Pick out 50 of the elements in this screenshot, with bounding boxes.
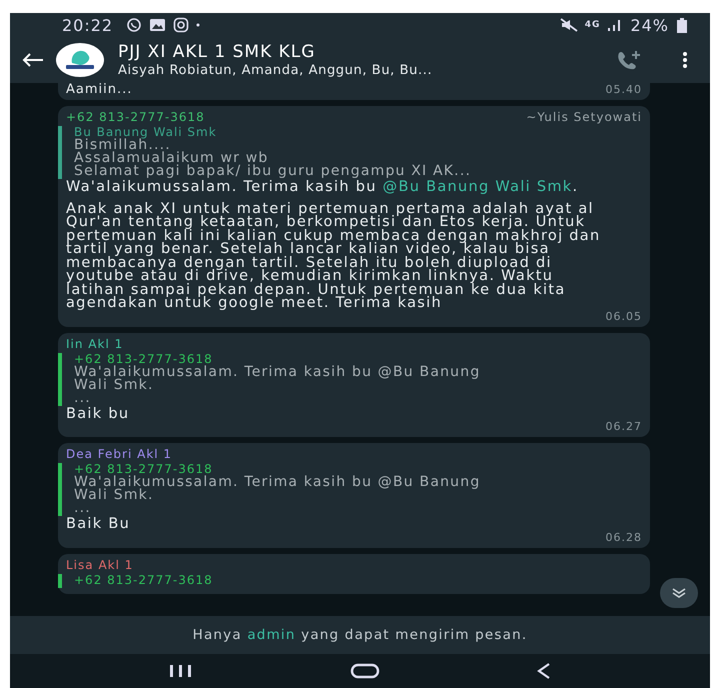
- back-icon[interactable]: [536, 662, 552, 680]
- sender-name: ~Yulis Setyowati: [526, 110, 642, 125]
- quote-text: Assalamualaikum wr wb: [74, 152, 268, 165]
- message-text: Baik Bu: [66, 518, 132, 532]
- sender-name: Lisa Akl 1: [66, 558, 134, 572]
- dot-icon: [196, 23, 200, 27]
- quote-author: +62 813-2777-3618: [74, 574, 214, 586]
- quote-text: Wa'alaikumussalam. Terima kasih bu @Bu Banung Wali Smk.: [74, 476, 482, 502]
- quoted-message[interactable]: +62 813-2777-3618 Wa'alaikumussalam. Terima kasih bu @Bu Banung Wali Smk. ...: [58, 463, 642, 516]
- mute-icon: [560, 18, 578, 32]
- group-avatar[interactable]: [56, 43, 104, 77]
- quote-author: Bu Banung Wali Smk: [74, 126, 218, 139]
- back-arrow-icon[interactable]: [22, 52, 44, 68]
- quote-author: +62 813-2777-3618: [74, 352, 213, 366]
- mention-link[interactable]: @Bu Banung Wali Smk: [382, 179, 573, 195]
- sender-name: +62 813-2777-3618: [66, 110, 205, 125]
- sender-name: Iin Akl 1: [66, 336, 124, 352]
- more-options-icon[interactable]: [682, 51, 688, 69]
- quoted-message[interactable]: +62 813-2777-3618: [58, 574, 642, 588]
- scroll-down-button[interactable]: [660, 578, 698, 608]
- battery-icon: [676, 18, 688, 32]
- quote-text: Bismillah....: [74, 139, 171, 152]
- quote-text: ...: [74, 502, 92, 515]
- quoted-message[interactable]: +62 813-2777-3618 Wa'alaikumussalam. Terima kasih bu @Bu Banung Wali Smk. ...: [58, 352, 642, 406]
- battery-percent: 24%: [630, 16, 669, 34]
- quote-text: Selamat pagi bapak/ ibu guru pengampu XI AK...: [74, 165, 472, 178]
- chat-bubble-icon: [126, 17, 142, 33]
- message-time: 06.28: [606, 532, 642, 544]
- message-time: 06.05: [606, 310, 642, 322]
- camera-icon: [173, 17, 190, 33]
- group-members[interactable]: Aisyah Robiatun, Amanda, Anggun, Bu, Bu...: [118, 62, 578, 78]
- group-title[interactable]: PJJ XI AKL 1 SMK KLG: [118, 42, 578, 62]
- quote-text: ...: [74, 392, 92, 404]
- quoted-message[interactable]: Bu Banung Wali Smk Bismillah.... Assalamualaikum wr wb Selamat pagi bapak/ ibu guru pengampu XI AK...: [58, 126, 642, 179]
- network-label: 4G: [584, 20, 600, 30]
- message-text: Baik bu: [66, 408, 130, 421]
- clock: 20:22: [62, 16, 114, 34]
- recent-apps-icon[interactable]: [168, 664, 194, 678]
- image-icon: [149, 18, 166, 32]
- double-chevron-down-icon: [671, 587, 687, 599]
- home-icon[interactable]: [350, 663, 380, 679]
- message-text: Anak anak XI untuk materi pertemuan pertama adalah ayat al Qur'an tentang ketaatan, berkompetisi dan Etos kerja. Untuk pertemuan kali ini kalian cukup membaca dengan makhroj dan tartil yang benar. Setelah lancar kalian video, kalau bisa membacanya dengan tartil. Setelah itu boleh diupload di youtube atau di drive, kemudian kirimkan linknya. Waktu latihan sampai pekan depan. Untuk pertemuan ke dua kita agendakan untuk google meet. Terima kasih: [66, 202, 601, 310]
- admin-only-notice: Hanya admin yang dapat mengirim pesan.: [192, 627, 528, 643]
- quote-author: +62 813-2777-3618: [74, 463, 213, 476]
- quote-text: Wa'alaikumussalam. Terima kasih bu @Bu Banung Wali Smk.: [74, 366, 482, 392]
- message-time: 05.40: [606, 84, 642, 96]
- message-text: Aamiin...: [66, 83, 132, 96]
- message-time: 06.27: [606, 421, 642, 433]
- message-text: Wa'alaikumussalam. Terima kasih bu @Bu Banung Wali Smk.: [66, 181, 580, 194]
- sender-name: Dea Febri Akl 1: [66, 447, 172, 462]
